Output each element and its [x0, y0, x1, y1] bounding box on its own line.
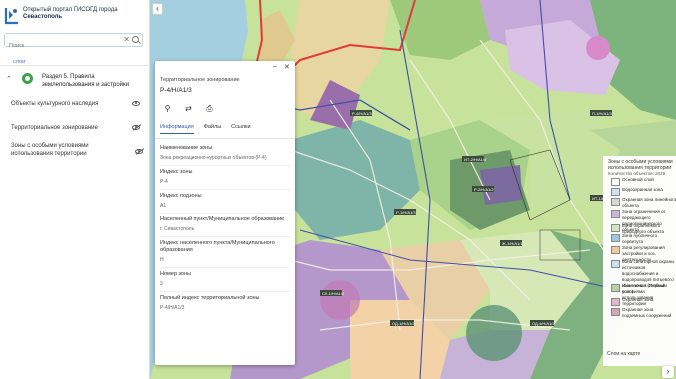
layer-item-special-zones[interactable]: Зоны с особыми условиями использования т… — [11, 142, 131, 158]
field-key: Наименование зоны — [160, 145, 213, 151]
map-zone-label: ОД-1/Н/А1/2 — [392, 321, 415, 326]
layers-on-map-link[interactable]: Слои на карте — [607, 351, 640, 357]
legend-swatch — [611, 234, 620, 242]
collapse-sidebar-button[interactable]: ‹ — [152, 3, 163, 15]
field-value: г. Севастополь — [160, 226, 195, 232]
field-key: Номер зоны — [160, 271, 191, 277]
legend-item: Охранная зона линейного объекта — [607, 197, 676, 209]
map-zone-label: Ж-1/Н/А1/1 — [502, 241, 523, 246]
tab-divider — [155, 138, 295, 139]
legend-item: Основной слой — [607, 177, 676, 186]
legend-item-label: Зона публичного сервитута — [622, 233, 658, 244]
layer-group-icon — [22, 73, 33, 84]
map-zone-label: Р-2/Н/А1/2 — [474, 187, 494, 192]
legend-swatch — [611, 308, 620, 316]
legend-swatch — [611, 198, 620, 206]
eye-icon[interactable] — [132, 101, 140, 106]
location-pin-icon[interactable]: ⚲ — [163, 104, 172, 113]
map-zone-label: СХ-1/Н/А1/2 — [322, 291, 345, 296]
legend-swatch — [611, 298, 620, 306]
field-value: Зона рекреационно-курортных объектов (Р-… — [160, 155, 267, 161]
search-box: ✕ — [4, 33, 143, 52]
map-zone-label: ИТ-2/Н/А1/4 — [464, 157, 487, 162]
field-value: Р-4 — [160, 179, 168, 185]
layer-item-label: Объекты культурного наследия — [11, 101, 99, 107]
sidebar: Открытый портал ГИСОГД города Севастопол… — [0, 0, 150, 379]
field-settlement: Населенный пункт/Муниципальное образован… — [160, 216, 290, 237]
field-key: Индекс подзоны — [160, 193, 202, 199]
route-icon[interactable]: ⇄ — [184, 104, 193, 113]
legend-item: Водоохранная зона — [607, 187, 676, 196]
field-zone-index: Индекс зоны Р-4 — [160, 169, 290, 190]
legend-item-label: Основной слой — [622, 177, 654, 182]
legend-item: Охранная зона — [607, 297, 676, 306]
legend-item: Зона публичного сервитута — [607, 233, 676, 245]
legend-item-label: Охранная зона линейного объекта — [622, 197, 676, 208]
eye-off-icon[interactable] — [132, 125, 140, 130]
layer-item-zoning[interactable]: Территориальное зонирование — [11, 124, 146, 132]
legend-swatch — [611, 178, 620, 186]
field-settlement-index: Индекс населенного пункта/Муниципального… — [160, 240, 290, 268]
field-key: Полный индекс территориальной зоны — [160, 295, 260, 301]
search-icon[interactable] — [132, 36, 139, 43]
legend-swatch — [611, 246, 620, 254]
brand[interactable]: Открытый портал ГИСОГД города Севастопол… — [0, 0, 149, 28]
chevron-up-icon[interactable]: ⌃ — [6, 75, 12, 83]
field-value: Р-4/Н/А1/3 — [160, 305, 185, 311]
legend-swatch — [611, 224, 620, 232]
layer-item-label: Территориальное зонирование — [11, 125, 98, 131]
field-value: Н — [160, 257, 164, 263]
legend-item-label: Охранная зона — [622, 297, 654, 302]
print-icon[interactable]: ⎙ — [205, 104, 214, 113]
field-zone-number: Номер зоны 3 — [160, 271, 290, 292]
layer-item-cultural-heritage[interactable]: Объекты культурного наследия — [11, 100, 146, 108]
legend-swatch — [611, 284, 620, 292]
section-pzz[interactable]: ⌃ Раздел 5. Правила землепользования и з… — [0, 69, 150, 91]
popup-title: Территориальное зонирование — [160, 77, 240, 83]
field-value: А1 — [160, 203, 167, 209]
legend-item-label: Охранная зона подземных сооружений — [622, 307, 672, 318]
tab-files[interactable]: Файлы — [204, 124, 221, 134]
popup-tabs: Информация Файлы Ссылки — [160, 124, 290, 134]
legend-swatch — [611, 210, 620, 218]
field-zone-name: Наименование зоны Зона рекреационно-куро… — [160, 145, 290, 166]
legend-item: Охранная зона подземных сооружений — [607, 307, 676, 319]
field-key: Индекс зоны — [160, 169, 193, 175]
portal-title-line1: Открытый портал ГИСОГД города — [23, 7, 118, 13]
layer-item-label: Зоны с особыми условиями использования т… — [11, 143, 89, 157]
portal-logo — [4, 8, 18, 25]
scroll-arrow-icon[interactable]: › — [662, 366, 674, 378]
popup-toolbar: ⚲ ⇄ ⎙ — [163, 104, 214, 114]
popup-subtitle: Р-4/Н/А1/3 — [160, 87, 192, 94]
search-input[interactable] — [5, 40, 115, 52]
portal-title-line2: Севастополь — [23, 14, 63, 20]
map-zone-label: Р-4/Н/А1/3 — [352, 111, 372, 116]
section-label: Раздел 5. Правила землепользования и зас… — [42, 74, 129, 88]
field-value: 3 — [160, 281, 163, 287]
tab-info[interactable]: Информация — [160, 124, 194, 134]
map-legend: Зоны с особыми условиями использования т… — [603, 156, 676, 366]
field-key: Индекс населенного пункта/Муниципального… — [160, 240, 275, 253]
eye-off-icon[interactable] — [135, 149, 143, 154]
map-zone-label: Р-1/Н/А1/3 — [396, 210, 416, 215]
field-subzone-index: Индекс подзоны А1 — [160, 193, 290, 214]
tab-underline — [0, 65, 150, 66]
clear-icon[interactable]: ✕ — [123, 35, 130, 44]
portal-title: Открытый портал ГИСОГД города Севастопол… — [23, 7, 118, 21]
tab-links[interactable]: Ссылки — [231, 124, 250, 134]
legend-title: Зоны с особыми условиями использования т… — [608, 159, 673, 171]
map-zone-label: П-1/Н/А1/3 — [592, 111, 613, 116]
legend-swatch — [611, 260, 620, 268]
feature-info-popup: – ✕ Территориальное зонирование Р-4/Н/А1… — [155, 61, 295, 365]
legend-swatch — [611, 188, 620, 196]
close-icon[interactable]: ✕ — [284, 63, 290, 71]
field-key: Населенный пункт/Муниципальное образован… — [160, 216, 285, 222]
minimize-icon[interactable]: – — [273, 63, 277, 70]
field-full-index: Полный индекс территориальной зоны Р-4/Н… — [160, 295, 290, 315]
legend-item-label: Водоохранная зона — [622, 187, 663, 192]
map-zone-label: ОД-4/Н/А1/2 — [532, 321, 555, 326]
